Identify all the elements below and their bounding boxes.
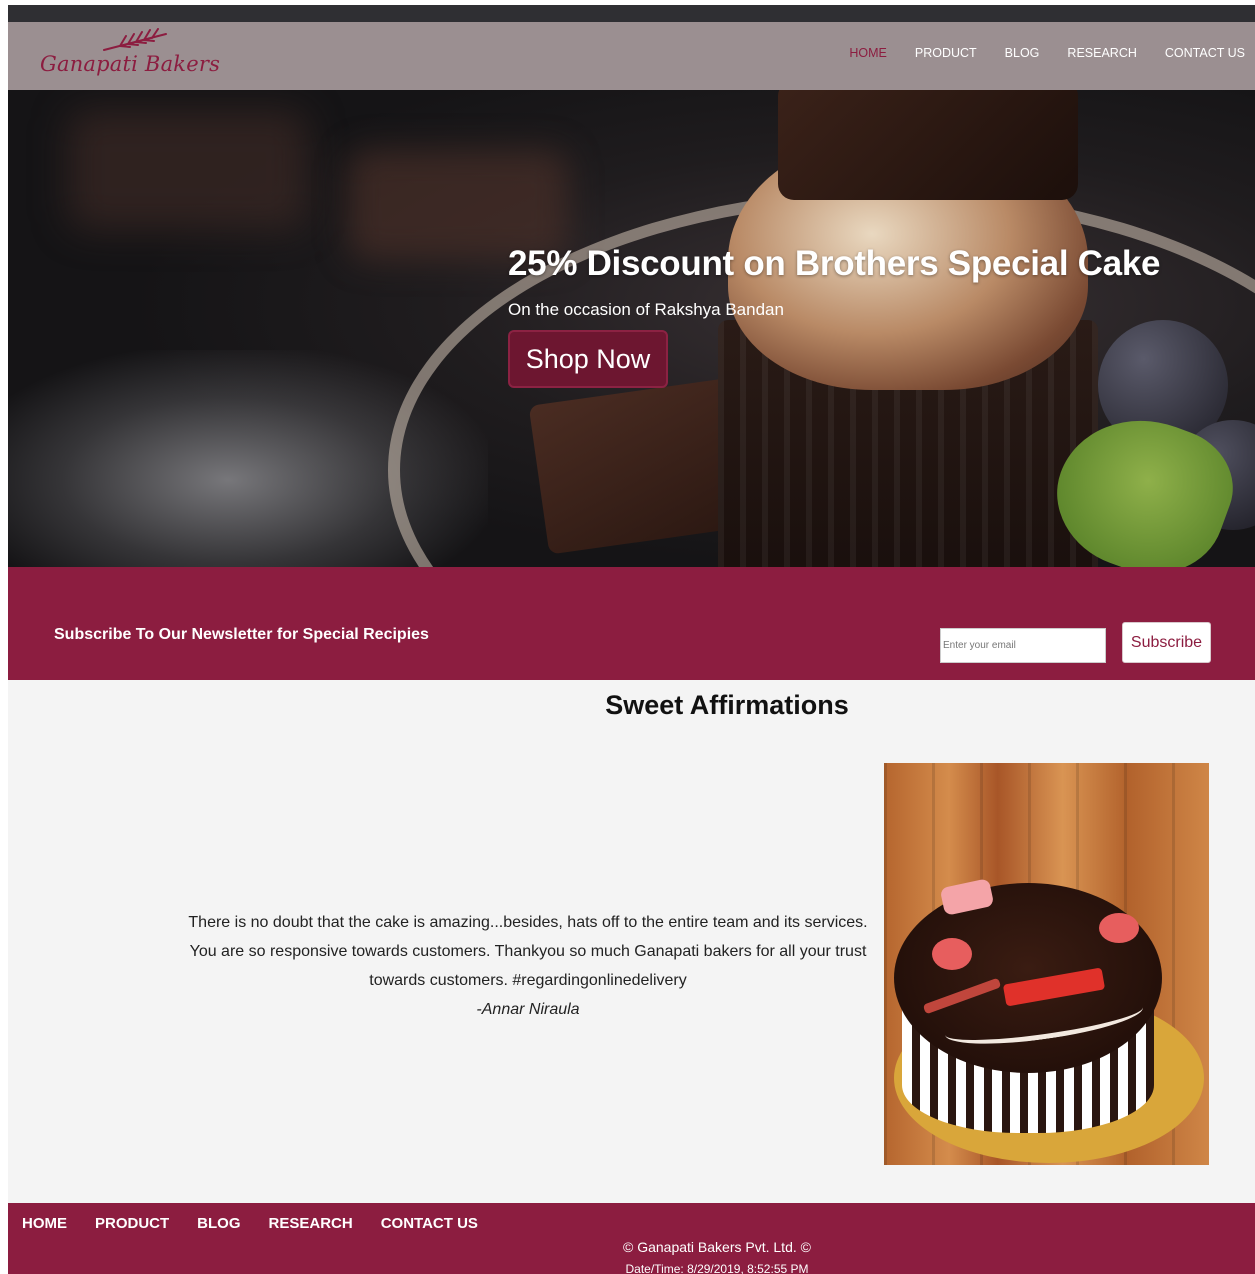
nav-home[interactable]: HOME: [849, 46, 887, 60]
footer-nav-contact-us[interactable]: CONTACT US: [381, 1215, 478, 1232]
cake-photo: [884, 763, 1209, 1165]
footer-nav-blog[interactable]: BLOG: [197, 1215, 240, 1232]
copyright: © Ganapati Bakers Pvt. Ltd. ©: [623, 1239, 811, 1255]
footer-nav-research[interactable]: RESEARCH: [269, 1215, 353, 1232]
hero-banner: 25% Discount on Brothers Special Cake On…: [8, 90, 1255, 567]
hero-title: 25% Discount on Brothers Special Cake: [508, 244, 1161, 283]
logo-text: Ganapati Bakers: [40, 52, 221, 76]
cake-photo-top: [894, 883, 1162, 1073]
top-dark-strip: [8, 5, 1255, 22]
footer-nav: HOME PRODUCT BLOG RESEARCH CONTACT US: [22, 1215, 506, 1232]
hero-bg-chocolate-blur: [68, 110, 308, 230]
quote-author: -Annar Niraula: [476, 1001, 580, 1018]
nav-blog[interactable]: BLOG: [1005, 46, 1040, 60]
quote-text: There is no doubt that the cake is amazi…: [188, 914, 868, 989]
cake-photo-decoration: [932, 938, 972, 970]
site-footer: HOME PRODUCT BLOG RESEARCH CONTACT US © …: [8, 1203, 1255, 1274]
hero-subtitle: On the occasion of Rakshya Bandan: [508, 300, 784, 319]
nav-product[interactable]: PRODUCT: [915, 46, 977, 60]
site-header: Ganapati Bakers HOME PRODUCT BLOG RESEAR…: [8, 22, 1255, 90]
testimonial-section: Sweet Affirmations There is no doubt tha…: [8, 680, 1255, 1203]
hero-content: 25% Discount on Brothers Special Cake On…: [508, 244, 1160, 388]
newsletter-bar: Subscribe To Our Newsletter for Special …: [8, 567, 1255, 680]
cake-photo-decoration: [1099, 913, 1139, 943]
subscribe-button[interactable]: Subscribe: [1122, 622, 1211, 663]
hero-cupcake-topping: [778, 90, 1078, 200]
logo[interactable]: Ganapati Bakers: [38, 28, 220, 86]
wheat-icon: [103, 28, 167, 51]
testimonial-quote: There is no doubt that the cake is amazi…: [188, 908, 868, 1024]
section-title: Sweet Affirmations: [605, 690, 849, 720]
shop-now-button[interactable]: Shop Now: [508, 330, 668, 388]
nav-research[interactable]: RESEARCH: [1067, 46, 1136, 60]
newsletter-text: Subscribe To Our Newsletter for Special …: [54, 626, 429, 643]
main-nav: HOME PRODUCT BLOG RESEARCH CONTACT US: [821, 46, 1245, 60]
footer-nav-product[interactable]: PRODUCT: [95, 1215, 169, 1232]
nav-contact-us[interactable]: CONTACT US: [1165, 46, 1245, 60]
datetime: Date/Time: 8/29/2019, 8:52:55 PM: [625, 1262, 809, 1274]
footer-nav-home[interactable]: HOME: [22, 1215, 67, 1232]
email-input[interactable]: [940, 628, 1106, 663]
